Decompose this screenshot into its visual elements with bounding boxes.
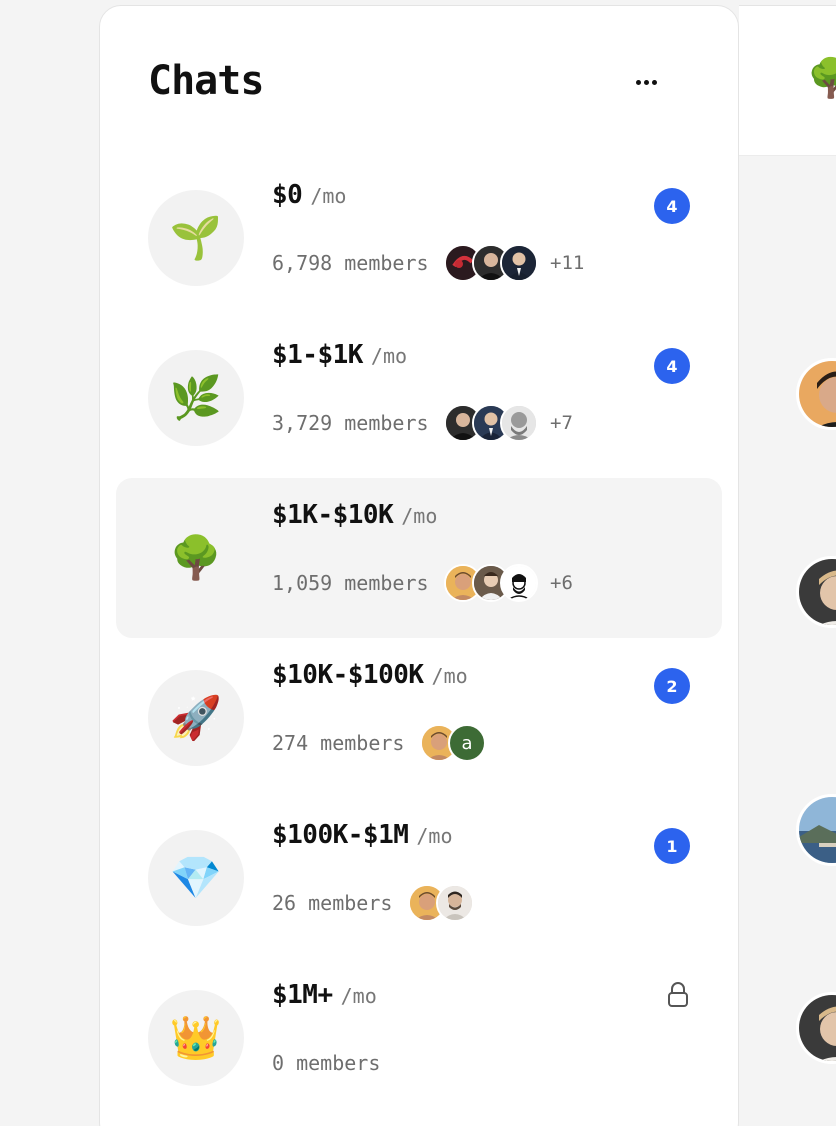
crown-icon: 👑: [148, 990, 244, 1086]
chat-item-1k-10k[interactable]: 🌳 $1K-$10K/mo 1,059 members +6: [116, 478, 722, 638]
member-count: 26 members: [272, 891, 393, 915]
seedling-icon: 🌱: [148, 190, 244, 286]
chat-item-0-mo[interactable]: 🌱 $0/mo 6,798 members +11 4: [116, 158, 722, 318]
member-count: 6,798 members: [272, 251, 429, 275]
extra-members-count: +11: [550, 252, 585, 274]
unread-badge: 2: [654, 668, 690, 704]
member-count: 3,729 members: [272, 411, 429, 435]
gem-icon: 💎: [148, 830, 244, 926]
chat-name: $1K-$10K/mo: [272, 500, 438, 530]
chat-item-1m-plus[interactable]: 👑 $1M+/mo 0 members: [116, 958, 722, 1118]
avatar: [500, 564, 538, 602]
message-avatar[interactable]: [796, 556, 836, 628]
unread-badge: 4: [654, 348, 690, 384]
chat-name: $1M+/mo: [272, 980, 377, 1010]
avatar: [436, 884, 474, 922]
extra-members-count: +6: [550, 572, 573, 594]
unread-badge: 4: [654, 188, 690, 224]
more-options-button[interactable]: [624, 64, 668, 100]
more-horizontal-icon: [635, 79, 641, 85]
unread-badge: 1: [654, 828, 690, 864]
member-count: 0 members: [272, 1051, 381, 1075]
herb-icon: 🌿: [148, 350, 244, 446]
lock-icon: [668, 982, 688, 1007]
conversation-header: 🌳: [739, 5, 836, 156]
avatar: [500, 244, 538, 282]
extra-members-count: +7: [550, 412, 573, 434]
avatar-letter: a: [448, 724, 486, 762]
member-count: 1,059 members: [272, 571, 429, 595]
avatar: [500, 404, 538, 442]
page-title: Chats: [148, 58, 264, 104]
member-avatars: +7: [444, 404, 573, 442]
conversation-header-tree-icon: 🌳: [807, 56, 836, 100]
chat-name: $10K-$100K/mo: [272, 660, 468, 690]
chat-name: $0/mo: [272, 180, 347, 210]
member-avatars: [408, 884, 474, 922]
message-avatar[interactable]: [796, 992, 836, 1064]
member-avatars: a: [420, 724, 486, 762]
tree-icon: 🌳: [169, 533, 223, 582]
chat-item-10k-100k[interactable]: 🚀 $10K-$100K/mo 274 members a 2: [116, 638, 722, 798]
chat-name: $1-$1K/mo: [272, 340, 408, 370]
message-avatar[interactable]: [796, 358, 836, 430]
chat-item-100k-1m[interactable]: 💎 $100K-$1M/mo 26 members 1: [116, 798, 722, 958]
rocket-icon: 🚀: [148, 670, 244, 766]
message-avatar[interactable]: [796, 794, 836, 866]
chat-name: $100K-$1M/mo: [272, 820, 453, 850]
member-avatars: +11: [444, 244, 584, 282]
chat-item-1-1k[interactable]: 🌿 $1-$1K/mo 3,729 members +7 4: [116, 318, 722, 478]
member-count: 274 members: [272, 731, 405, 755]
member-avatars: +6: [444, 564, 573, 602]
